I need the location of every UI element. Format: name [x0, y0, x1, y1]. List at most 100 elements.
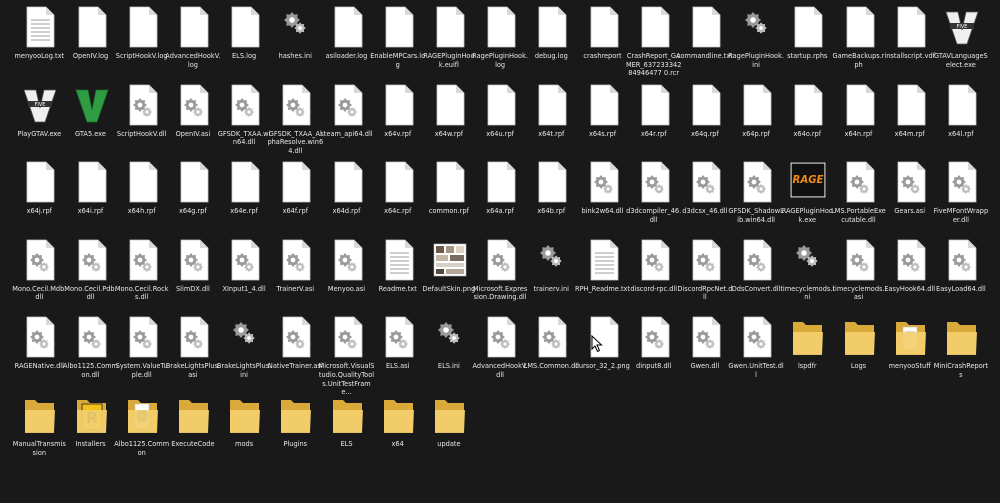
file-item-els-ini[interactable]: ELS.ini [424, 318, 476, 396]
file-item-timecyclemods-ini[interactable]: timecyclemods.ini [780, 241, 834, 319]
file-item-d3dcsx-46-dll[interactable]: d3dcsx_46.dll [680, 161, 732, 241]
file-item-update[interactable]: update [424, 396, 476, 474]
file-item-manualtransmission[interactable]: ManualTransmission [13, 396, 66, 474]
file-item-x64j-rpf[interactable]: x64j.rpf [14, 161, 66, 241]
file-item-trainerv-ini[interactable]: trainerv.ini [526, 241, 578, 319]
file-item-advancedhookv-log[interactable]: AdvancedHookV.log [165, 6, 220, 86]
file-item-debug-log[interactable]: debug.log [526, 6, 578, 86]
file-item-gtavlanguageselect-exe[interactable]: FIVE GTAVLanguageSelect.exe [934, 8, 988, 86]
file-item-x64h-rpf[interactable]: x64h.rpf [117, 161, 169, 241]
file-item-fivemfontwrapper-dll[interactable]: FiveMFontWrapper.dll [934, 161, 988, 241]
file-item-lspdfr[interactable]: lspdfr [782, 318, 834, 396]
file-item-ragenative-dll[interactable]: RAGENative.dll [14, 316, 66, 396]
file-item-gears-asi[interactable]: Gears.asi [885, 161, 937, 241]
file-item-discordrpcnet-dll[interactable]: DiscordRpcNet.dll [677, 239, 732, 319]
file-item-x64d-rpf[interactable]: x64d.rpf [322, 161, 374, 241]
file-item-brakelightsplus-asi[interactable]: BrakeLightsPlus.asi [166, 316, 220, 396]
file-item-x64m-rpf[interactable]: x64m.rpf [885, 84, 937, 164]
file-item-nativetrainer-asi[interactable]: NativeTrainer.asi [268, 316, 323, 396]
file-item-menyoo-asi[interactable]: Menyoo.asi [322, 239, 374, 319]
file-item-timecyclemods-asi[interactable]: timecyclemods.asi [832, 239, 886, 319]
file-item-executecode[interactable]: ExecuteCode [168, 396, 220, 474]
file-item-playgtav-exe[interactable]: FIVE PlayGTAV.exe [14, 86, 66, 164]
file-item-albo1125-common-dll[interactable]: Albo1125.Common.dll [63, 316, 118, 396]
file-item-gfsdk-shadowlib-win64-dll[interactable]: GFSDK_ShadowLib.win64.dll [728, 161, 784, 241]
file-item-installers[interactable]: R Installers [66, 396, 118, 474]
file-item-els-log[interactable]: ELS.log [219, 6, 271, 86]
file-item-openiv-asi[interactable]: OpenIV.asi [168, 84, 220, 164]
file-item-x64o-rpf[interactable]: x64o.rpf [782, 84, 834, 164]
file-item-x64w-rpf[interactable]: x64w.rpf [424, 84, 476, 164]
file-item-mods[interactable]: mods [219, 396, 271, 474]
file-item-gamebackups-rph[interactable]: GameBackups.rph [832, 6, 886, 86]
file-item-x64c-rpf[interactable]: x64c.rpf [373, 161, 425, 241]
file-item-discord-rpc-dll[interactable]: discord-rpc.dll [629, 239, 681, 319]
file-item-gfsdk-txaa-win64-dll[interactable]: GFSDK_TXAA.win64.dll [218, 84, 271, 164]
file-item-trainerv-asi[interactable]: TrainerV.asi [270, 239, 322, 319]
file-item-x64v-rpf[interactable]: x64v.rpf [373, 84, 425, 164]
file-item-x64t-rpf[interactable]: x64t.rpf [526, 84, 578, 164]
file-item-rph-readme-txt[interactable]: RPH_Readme.txt [575, 239, 630, 319]
file-item-common-rpf[interactable]: common.rpf [424, 161, 476, 241]
file-item-x64e-rpf[interactable]: x64e.rpf [219, 161, 271, 241]
file-item-ddsconvert-dll[interactable]: DdsConvert.dll [731, 239, 783, 319]
file-item-lms-portableexecutable-dll[interactable]: LMS.PortableExecutable.dll [831, 161, 886, 241]
file-item-minicrashreports[interactable]: MiniCrashReports [934, 318, 988, 396]
file-item-logs[interactable]: Logs [834, 318, 886, 396]
file-item-gta5-exe[interactable]: GTA5.exe [66, 86, 118, 164]
file-item-x64r-rpf[interactable]: x64r.rpf [629, 84, 681, 164]
file-item-steam-api64-dll[interactable]: steam_api64.dll [320, 84, 374, 164]
file-item-startup-rphs[interactable]: startup.rphs [782, 6, 834, 86]
file-item-cursor-32-2-png[interactable]: cursor_32_2.png [575, 316, 630, 396]
file-item-ragepluginhook-log[interactable]: RagePluginHook.log [472, 6, 528, 86]
file-item-defaultskin-png[interactable]: DefaultSkin.png [423, 241, 476, 319]
file-item-plugins[interactable]: Plugins [270, 396, 322, 474]
file-item-xinput1-4-dll[interactable]: XInput1_4.dll [219, 239, 271, 319]
file-item-d3dcompiler-46-dll[interactable]: d3dcompiler_46.dll [626, 161, 681, 241]
file-item-crashreport-gamer-63723334284946477-0-rcr[interactable]: CrashReport_GAMER_63723334284946477 0.rc… [626, 6, 681, 86]
file-item-easyhook64-dll[interactable]: EasyHook64.dll [884, 239, 937, 319]
file-item-lms-common-dll[interactable]: LMS.Common.dll [524, 316, 579, 396]
file-item-scripthookv-dll[interactable]: ScriptHookV.dll [117, 84, 169, 164]
file-item-advancedhookv-dll[interactable]: AdvancedHookV.dll [473, 316, 528, 396]
file-item-openiv-log[interactable]: OpenIV.log [66, 6, 118, 86]
file-item-crashreport[interactable]: crashreport [578, 6, 630, 86]
file-item-installscript-vdf[interactable]: installscript.vdf [884, 6, 937, 86]
file-item-menyoolog-txt[interactable]: menyooLog.txt [14, 6, 66, 86]
file-item-x64s-rpf[interactable]: x64s.rpf [578, 84, 630, 164]
file-item-ragepluginhook-exe[interactable]: RAGE RAGEPluginHook.exe [782, 162, 834, 241]
file-item-bink2w64-dll[interactable]: bink2w64.dll [578, 161, 630, 241]
file-item-system-valuetuple-dll[interactable]: System.ValueTuple.dll [116, 316, 169, 396]
file-item-mono-cecil-mdb-dll[interactable]: Mono.Cecil.Mdb.dll [12, 239, 66, 319]
file-item-els[interactable]: ELS [322, 396, 374, 474]
file-item-readme-txt[interactable]: Readme.txt [373, 239, 425, 319]
file-item-dinput8-dll[interactable]: dinput8.dll [629, 316, 681, 396]
file-item-hashes-ini[interactable]: hashes.ini [270, 8, 322, 86]
file-item-mono-cecil-rocks-dll[interactable]: Mono.Cecil.Rocks.dll [115, 239, 169, 319]
file-item-ragepluginhook-euifl[interactable]: RAGEPluginHook.euifl [423, 6, 476, 86]
file-item-x64q-rpf[interactable]: x64q.rpf [680, 84, 732, 164]
file-item-scripthookv-log[interactable]: ScriptHookV.log [116, 6, 169, 86]
file-item-brakelightsplus-ini[interactable]: BrakeLightsPlus.ini [217, 318, 271, 396]
file-item-ragepluginhook-ini[interactable]: RagePluginHook.ini [728, 8, 784, 86]
file-item-x64u-rpf[interactable]: x64u.rpf [475, 84, 527, 164]
file-item-x64f-rpf[interactable]: x64f.rpf [270, 161, 322, 241]
file-item-slimdx-dll[interactable]: SlimDX.dll [168, 239, 220, 319]
file-item-gwen-unittest-dll[interactable]: Gwen.UnitTest.dll [728, 316, 784, 396]
file-item-x64n-rpf[interactable]: x64n.rpf [834, 84, 886, 164]
file-item-x64b-rpf[interactable]: x64b.rpf [526, 161, 578, 241]
file-item-microsoft-visualstudio-qualitytools-unittestframe[interactable]: Microsoft.VisualStudio.QualityTools.Unit… [319, 316, 374, 396]
file-item-x64p-rpf[interactable]: x64p.rpf [731, 84, 783, 164]
file-item-enablempcars-log[interactable]: EnableMPCars.log [370, 6, 425, 86]
file-item-els-asi[interactable]: ELS.asi [373, 316, 425, 396]
file-item-gwen-dll[interactable]: Gwen.dll [680, 316, 732, 396]
file-item-albo1125-common[interactable]: Albo1125.Common [114, 396, 169, 474]
file-item-commandline-txt[interactable]: commandline.txt [677, 6, 733, 86]
file-item-asiloader-log[interactable]: asiloader.log [322, 6, 374, 86]
file-item-x64i-rpf[interactable]: x64i.rpf [66, 161, 118, 241]
file-item-easyload64-dll[interactable]: EasyLoad64.dll [936, 239, 988, 319]
file-item-microsoft-expression-drawing-dll[interactable]: Microsoft.Expression.Drawing.dll [473, 239, 527, 319]
file-item-gfsdk-txaa-alpharesolve-win64-dll[interactable]: GFSDK_TXAA_AlphaResolve.win64.dll [267, 84, 323, 164]
file-item-menyoostuff[interactable]: menyooStuff [885, 318, 937, 396]
file-item-x64a-rpf[interactable]: x64a.rpf [475, 161, 527, 241]
